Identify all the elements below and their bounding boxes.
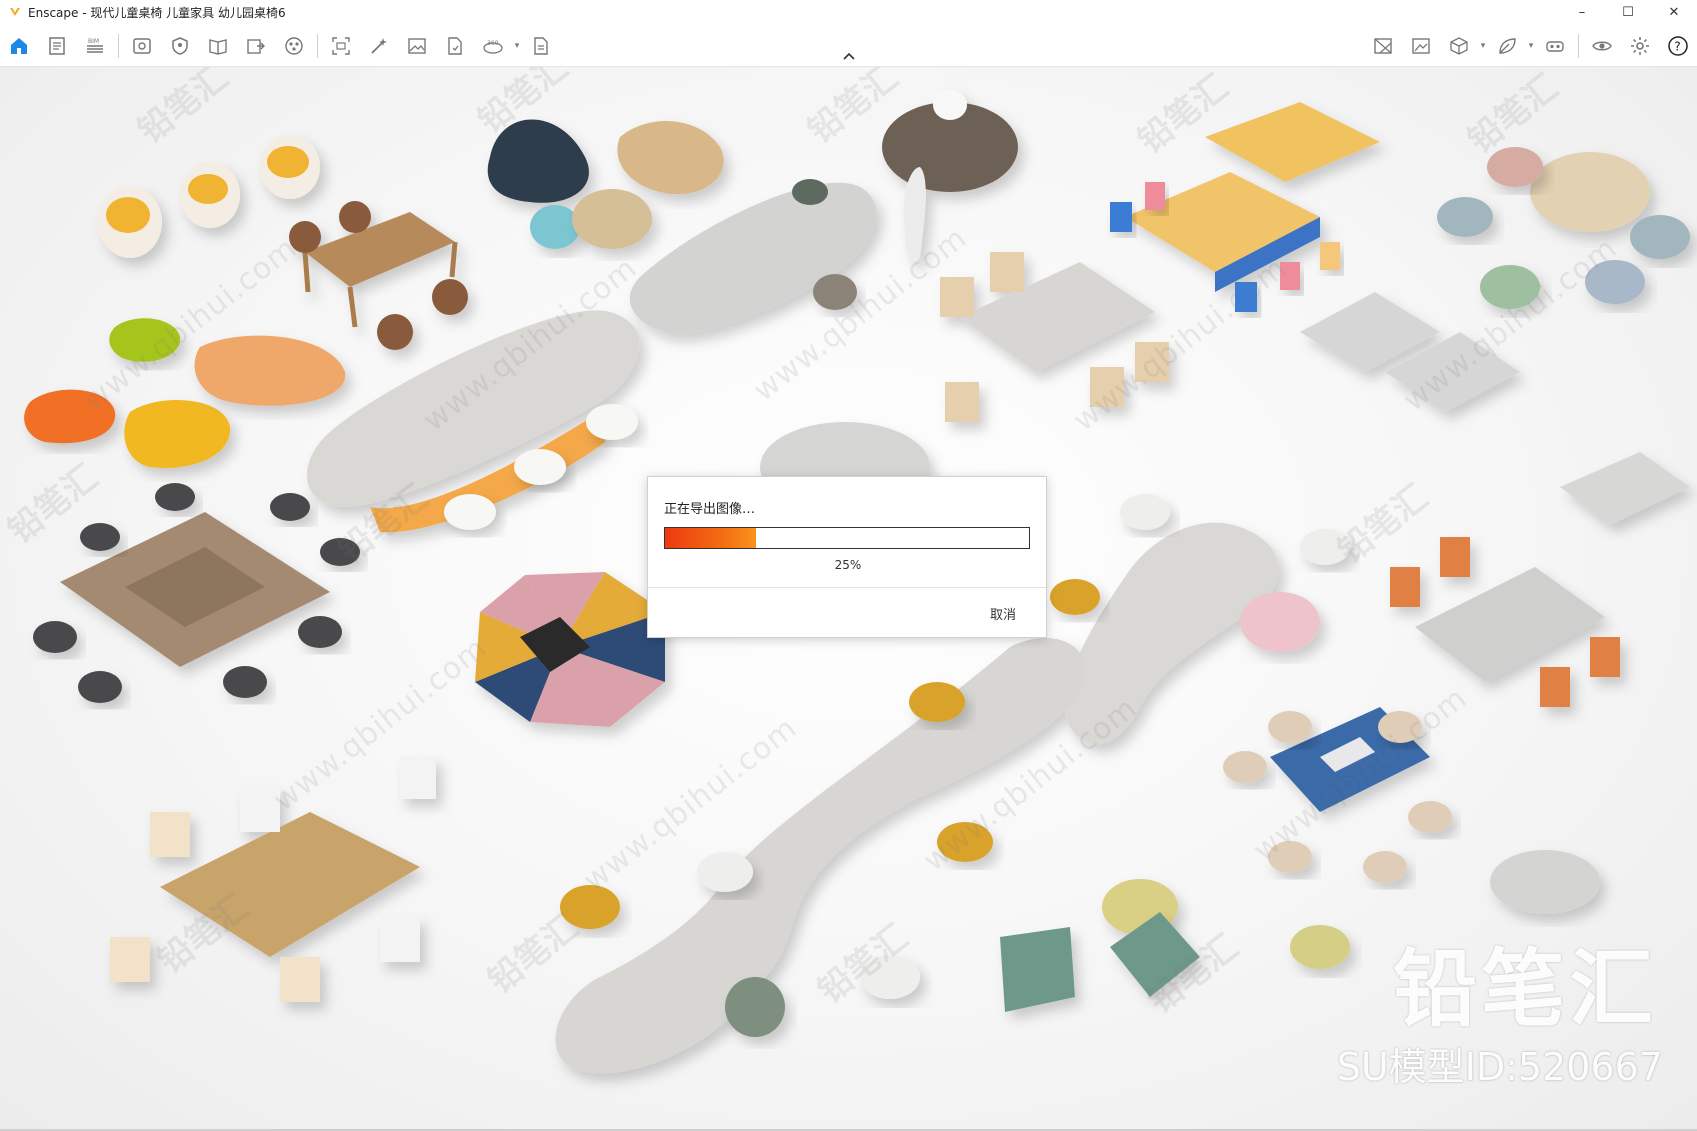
export-icon[interactable]: [237, 24, 275, 67]
grey-rect-table-orange-chairs: [1390, 537, 1620, 707]
round-brown-table: [882, 90, 1018, 262]
pouf: [572, 189, 652, 249]
vr-headset-icon[interactable]: [1536, 24, 1574, 67]
toolbar-separator: [118, 33, 119, 58]
pebble-stool: [124, 400, 231, 468]
green-cube-stools: [1000, 912, 1200, 1012]
document-icon[interactable]: [38, 24, 76, 67]
book-icon[interactable]: [199, 24, 237, 67]
minimize-button[interactable]: –: [1559, 0, 1605, 24]
grey-table-wood-chairs: [940, 252, 1169, 422]
export-progress-fill: [665, 528, 756, 548]
magic-wand-icon[interactable]: [360, 24, 398, 67]
map-icon[interactable]: [1364, 24, 1402, 67]
stool: [792, 179, 828, 205]
eye-settings-icon[interactable]: [1583, 24, 1621, 67]
export-progress-bar: [664, 527, 1030, 549]
egg-chair: [98, 135, 320, 258]
grey-capsule-table: [629, 182, 877, 334]
toolbar-separator: [317, 33, 318, 58]
grey-double-desks: [1300, 292, 1520, 412]
view-icon[interactable]: [123, 24, 161, 67]
export-status-message: 正在导出图像…: [664, 502, 756, 517]
model-id-label: SU模型ID:520667: [1336, 1045, 1663, 1089]
wood-table-blocks: [110, 757, 436, 1002]
bim-export-icon[interactable]: [522, 24, 560, 67]
round-wood-table: [1530, 152, 1650, 232]
pouf: [530, 205, 580, 249]
export-progress-dialog: 正在导出图像… 25% 取消: [647, 476, 1047, 638]
window-title: Enscape - 现代儿童桌椅 儿童家具 幼儿园桌椅6: [28, 5, 286, 20]
panorama-dropdown-chevron-icon[interactable]: ▾: [512, 24, 522, 67]
pink-armchair: [1240, 592, 1320, 652]
grey-round-seat: [1490, 850, 1600, 914]
toolbar-collapse-chevron-icon[interactable]: [838, 48, 860, 64]
gallery-icon[interactable]: [1402, 24, 1440, 67]
hexagon-triangle-table: [475, 572, 665, 727]
settings-gear-icon[interactable]: [1621, 24, 1659, 67]
image-icon[interactable]: [398, 24, 436, 67]
leaf-icon[interactable]: [1488, 24, 1526, 67]
cube-icon[interactable]: [1440, 24, 1478, 67]
toolbar-right-group: ▾ ▾ ?: [1364, 24, 1697, 67]
brand-watermark-large: 铅笔汇: [1392, 940, 1657, 1038]
pebble-stool: [194, 335, 346, 406]
close-button[interactable]: ✕: [1651, 0, 1697, 24]
cube-dropdown-chevron-icon[interactable]: ▾: [1478, 24, 1488, 67]
cancel-button[interactable]: 取消: [990, 604, 1016, 623]
enscape-logo-icon: [8, 5, 22, 19]
grey-desk: [1560, 452, 1690, 525]
asset-library-icon[interactable]: [275, 24, 313, 67]
leaf-dropdown-chevron-icon[interactable]: ▾: [1526, 24, 1536, 67]
document-export-icon[interactable]: [436, 24, 474, 67]
home-icon[interactable]: [0, 24, 38, 67]
wooden-table-set: [289, 201, 468, 350]
pano-label: 360: [487, 40, 499, 47]
title-bar: Enscape - 现代儿童桌椅 儿童家具 幼儿园桌椅6 – ☐ ✕: [0, 0, 1697, 24]
bim-list-icon[interactable]: BIM: [76, 24, 114, 67]
help-icon[interactable]: ?: [1659, 24, 1697, 67]
pebble-stool: [109, 318, 181, 362]
help-label: ?: [1674, 39, 1680, 53]
window-controls: – ☐ ✕: [1559, 0, 1697, 24]
toolbar-separator: [1578, 33, 1579, 58]
lounge-chair: [617, 120, 724, 195]
panorama-360-icon[interactable]: 360: [474, 24, 512, 67]
maximize-button[interactable]: ☐: [1605, 0, 1651, 24]
bim-label: BIM: [88, 38, 99, 45]
toolbar-left-group: BIM 360 ▾: [0, 24, 560, 67]
pebble-stool: [24, 389, 116, 444]
bean-bag: [487, 119, 589, 203]
shield-visibility-icon[interactable]: [161, 24, 199, 67]
stool: [813, 274, 857, 310]
export-progress-percent: 25%: [834, 558, 862, 572]
green-armchair: [725, 977, 785, 1037]
screenshot-icon[interactable]: [322, 24, 360, 67]
dialog-divider: [648, 587, 1046, 588]
